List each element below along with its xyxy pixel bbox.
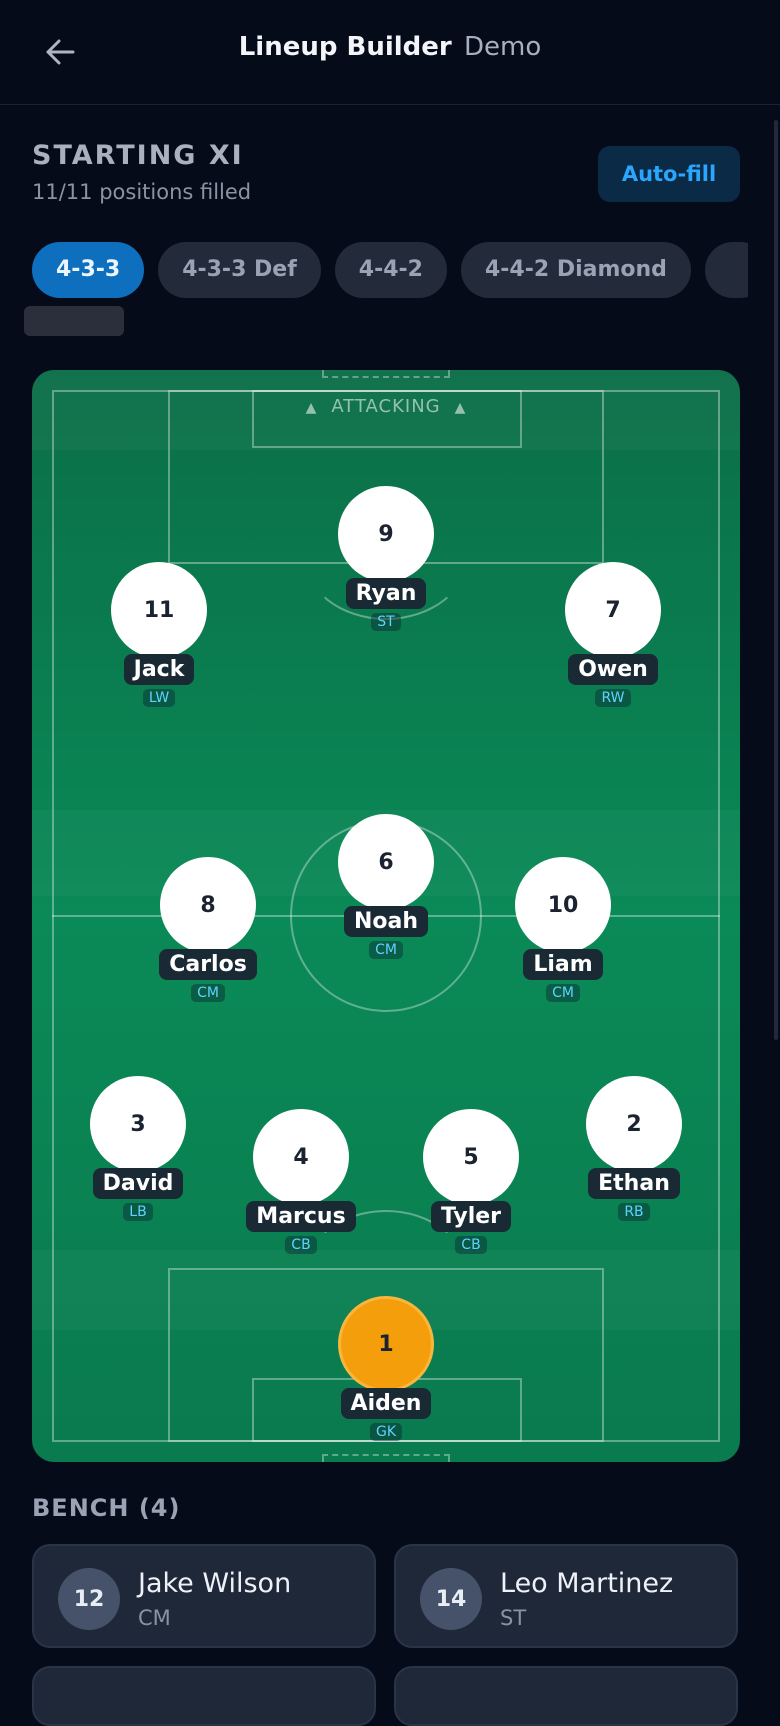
formation-chip-more[interactable] <box>704 242 748 298</box>
player-token-rb[interactable]: 2 Ethan RB <box>569 1076 699 1221</box>
player-number: 11 <box>111 562 207 658</box>
player-number: 10 <box>515 857 611 953</box>
player-position: GK <box>369 1423 403 1441</box>
attacking-direction: ▲ ATTACKING ▲ <box>32 396 740 417</box>
bench-title: BENCH (4) <box>32 1494 181 1522</box>
player-number: 3 <box>90 1076 186 1172</box>
player-name: Carlos <box>159 949 257 980</box>
chip-scroll-indicator[interactable] <box>24 306 124 336</box>
bench-player-position: ST <box>500 1606 527 1630</box>
player-name: Aiden <box>340 1388 432 1419</box>
pitch: ▲ ATTACKING ▲ 9 Ryan ST 11 Jack LW 7 Owen … <box>32 370 740 1462</box>
player-position: RB <box>618 1203 650 1221</box>
player-name: Ryan <box>345 578 427 609</box>
player-name: Tyler <box>430 1201 512 1232</box>
player-position: CM <box>191 984 225 1002</box>
player-position: ST <box>371 613 401 631</box>
player-number: 1 <box>338 1296 434 1392</box>
player-token-rcm[interactable]: 10 Liam CM <box>498 857 628 1002</box>
title-main: Lineup Builder <box>238 32 452 62</box>
player-position: CM <box>369 941 403 959</box>
bench-player-position: CM <box>138 1606 171 1630</box>
player-position: CB <box>455 1236 487 1254</box>
player-token-cm[interactable]: 6 Noah CM <box>321 814 451 959</box>
player-position: RW <box>595 689 631 707</box>
player-number: 8 <box>160 857 256 953</box>
bench-player-card[interactable] <box>394 1666 738 1726</box>
bench-player-name: Leo Martinez <box>500 1568 674 1599</box>
bench-player-card[interactable]: 12 Jake Wilson CM <box>32 1544 376 1648</box>
player-token-gk[interactable]: 1 Aiden GK <box>321 1296 451 1441</box>
player-name: Jack <box>123 654 195 685</box>
bench-player-card[interactable]: 14 Leo Martinez ST <box>394 1544 738 1648</box>
bench-player-number: 14 <box>420 1568 482 1630</box>
player-position: CB <box>285 1236 317 1254</box>
player-token-lw[interactable]: 11 Jack LW <box>94 562 224 707</box>
triangle-up-icon: ▲ <box>305 400 318 416</box>
player-number: 4 <box>253 1109 349 1205</box>
page-title: Lineup Builder Demo <box>0 32 780 62</box>
player-token-st[interactable]: 9 Ryan ST <box>321 486 451 631</box>
player-position: LW <box>142 689 176 707</box>
player-token-lb[interactable]: 3 David LB <box>73 1076 203 1221</box>
title-sub: Demo <box>464 32 542 62</box>
bottom-goal <box>322 1454 450 1462</box>
bench-player-number: 12 <box>58 1568 120 1630</box>
player-token-rw[interactable]: 7 Owen RW <box>548 562 678 707</box>
player-number: 9 <box>338 486 434 582</box>
starting-xi-title: STARTING XI <box>32 140 244 171</box>
player-name: David <box>92 1168 184 1199</box>
player-position: CM <box>546 984 580 1002</box>
player-name: Marcus <box>246 1201 356 1232</box>
formation-chip-4-4-2[interactable]: 4-4-2 <box>334 242 447 298</box>
player-token-rcb[interactable]: 5 Tyler CB <box>406 1109 536 1254</box>
player-number: 7 <box>565 562 661 658</box>
player-token-lcb[interactable]: 4 Marcus CB <box>236 1109 366 1254</box>
formation-selector: 4-3-3 4-3-3 Def 4-4-2 4-4-2 Diamond <box>32 242 748 300</box>
top-bar: Lineup Builder Demo <box>0 0 780 105</box>
formation-chip-4-3-3[interactable]: 4-3-3 <box>32 242 145 298</box>
player-name: Noah <box>343 906 429 937</box>
autofill-button[interactable]: Auto-fill <box>598 146 740 202</box>
top-goal <box>322 370 450 378</box>
player-name: Liam <box>523 949 603 980</box>
positions-status: 11/11 positions filled <box>32 180 252 204</box>
formation-chip-4-3-3-def[interactable]: 4-3-3 Def <box>158 242 321 298</box>
attacking-label: ATTACKING <box>331 396 441 417</box>
page-scrollbar[interactable] <box>774 120 778 1040</box>
formation-chip-4-4-2-diamond[interactable]: 4-4-2 Diamond <box>460 242 691 298</box>
player-name: Owen <box>568 654 658 685</box>
player-token-lcm[interactable]: 8 Carlos CM <box>143 857 273 1002</box>
player-position: LB <box>123 1203 153 1221</box>
player-number: 2 <box>586 1076 682 1172</box>
player-number: 5 <box>423 1109 519 1205</box>
bench-player-card[interactable] <box>32 1666 376 1726</box>
player-number: 6 <box>338 814 434 910</box>
player-name: Ethan <box>588 1168 680 1199</box>
bench-player-name: Jake Wilson <box>138 1568 292 1599</box>
triangle-up-icon: ▲ <box>454 400 467 416</box>
